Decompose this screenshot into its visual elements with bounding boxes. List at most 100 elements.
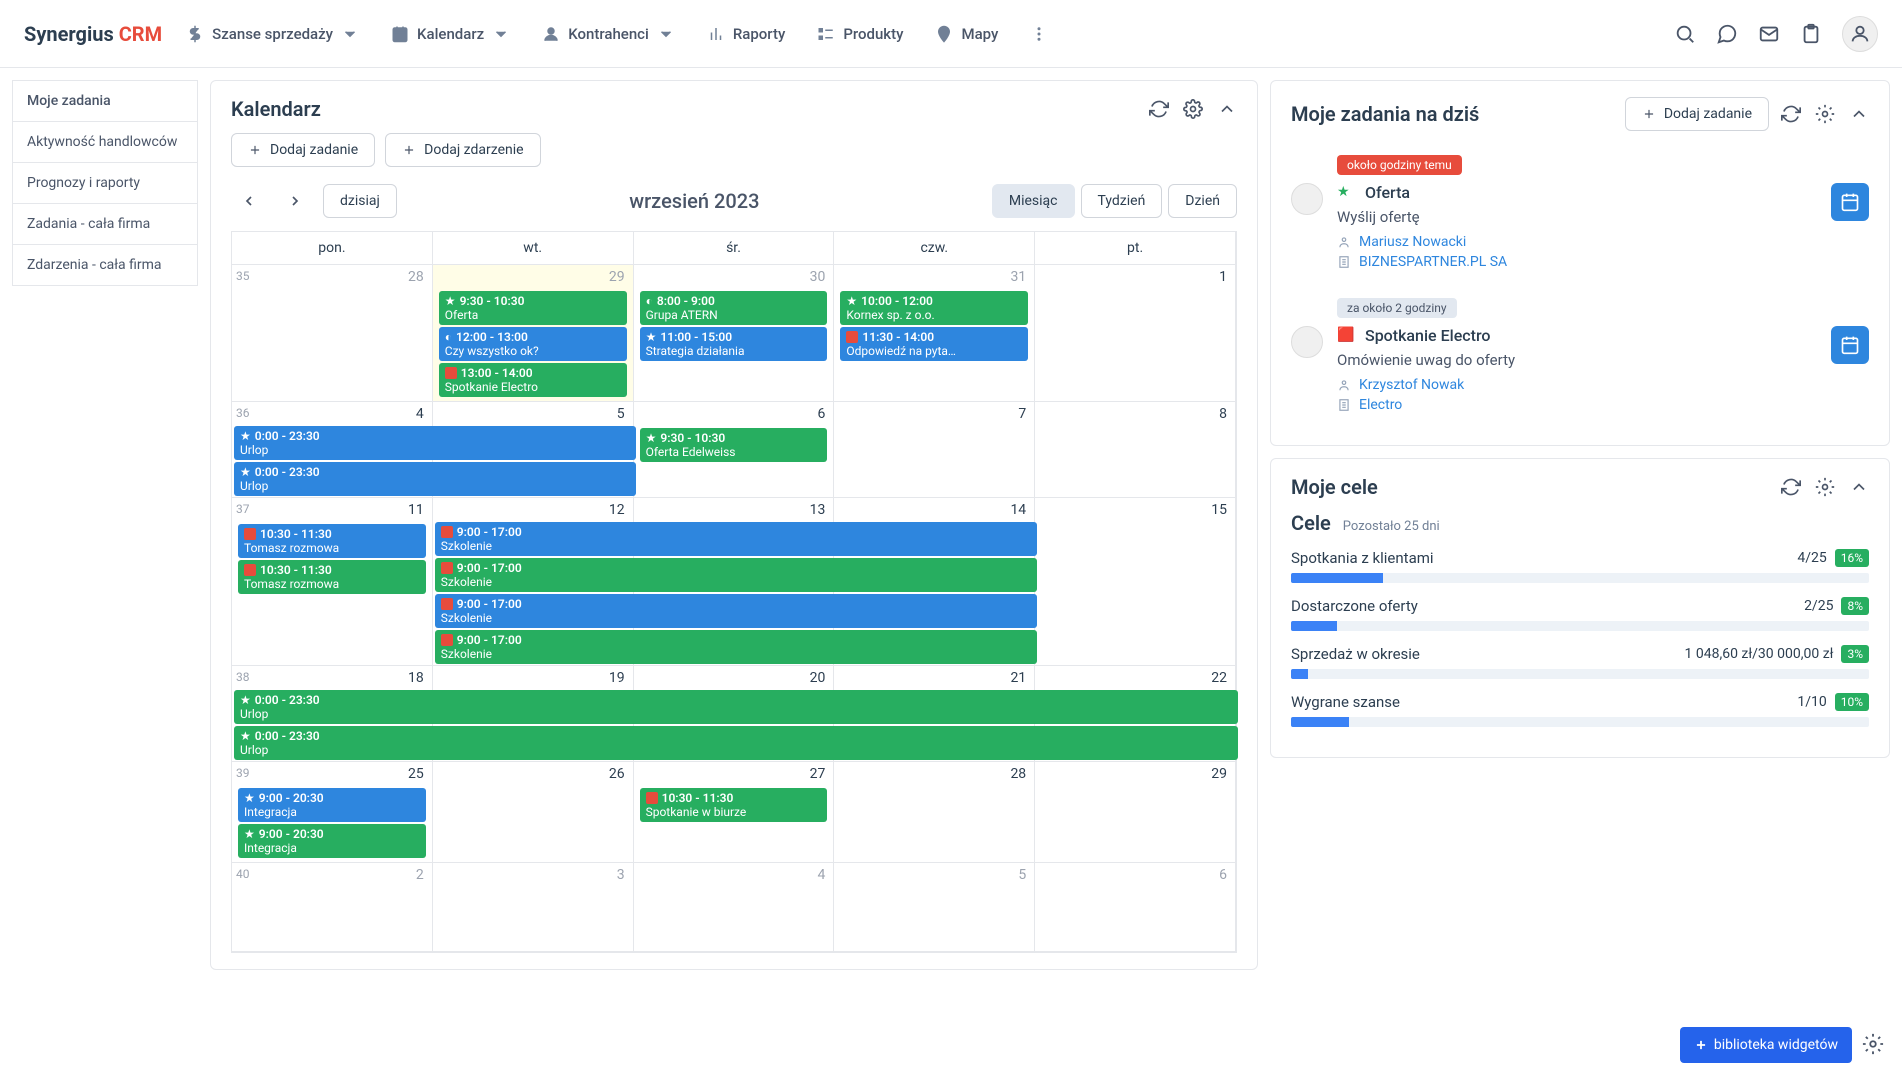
goals-panel: Moje cele Cele Pozostało 25 dni Spotkani… [1270,458,1890,758]
task-person[interactable]: Mariusz Nowacki [1337,234,1869,250]
calendar-event[interactable]: ★9:00 - 20:30Integracja [238,824,426,858]
add-event-button[interactable]: Dodaj zdarzenie [385,133,540,167]
calendar-cell[interactable]: 39 25 ★9:00 - 20:30Integracja★9:00 - 20:30… [232,762,433,862]
prev-month-button[interactable] [231,183,267,219]
widget-library-button[interactable]: biblioteka widgetów [1680,1027,1852,1063]
chat-icon[interactable] [1716,23,1738,45]
calendar-cell[interactable]: 8 [1035,402,1236,497]
task-calendar-button[interactable] [1831,183,1869,221]
user-avatar[interactable] [1842,16,1878,52]
view-day-button[interactable]: Dzień [1168,184,1237,218]
calendar-event[interactable]: 10:30 - 11:30Tomasz rozmowa [238,560,426,594]
day-number: 18 [408,670,424,686]
week-number: 35 [236,269,250,283]
sidebar-item-3[interactable]: Zadania - cała firma [12,203,198,245]
calendar-cell[interactable]: 30◐8:00 - 9:00Grupa ATERN★11:00 - 15:00S… [634,265,835,401]
settings-button[interactable] [1862,1033,1886,1057]
calendar-cell[interactable]: 7 [834,402,1035,497]
gear-icon[interactable] [1183,99,1203,119]
calendar-cell[interactable]: 26 [433,762,634,862]
mail-icon[interactable] [1758,23,1780,45]
calendar-cell[interactable]: 3 [433,863,634,951]
nav-produkty[interactable]: Produkty [817,25,903,43]
logo: Synergius CRM [24,22,162,46]
nav-kontrahenci[interactable]: Kontrahenci [542,25,675,43]
collapse-icon[interactable] [1217,99,1237,119]
calendar-cell[interactable]: 5 [834,863,1035,951]
calendar-event-span[interactable]: 9:00 - 17:00Szkolenie [435,558,1037,592]
calendar-event[interactable]: ★9:00 - 20:30Integracja [238,788,426,822]
clipboard-icon[interactable] [1800,23,1822,45]
search-icon[interactable] [1674,23,1696,45]
day-number: 7 [1018,406,1026,422]
calendar-event[interactable]: 13:00 - 14:00Spotkanie Electro [439,363,627,397]
calendar-event[interactable]: ★9:30 - 10:30Oferta Edelweiss [640,428,828,462]
calendar-event[interactable]: 10:30 - 11:30Spotkanie w biurze [640,788,828,822]
task-description: Omówienie uwag do oferty [1337,351,1869,369]
calendar-cell[interactable]: 28 [834,762,1035,862]
goal-value: 1 048,60 zł/30 000,00 zł 3% [1685,645,1869,663]
nav-more[interactable] [1030,25,1048,43]
calendar-event-span[interactable]: 9:00 - 17:00Szkolenie [435,594,1037,628]
nav-mapy[interactable]: Mapy [935,25,998,43]
collapse-icon[interactable] [1849,104,1869,124]
day-number: 25 [408,766,424,782]
calendar-week: 36456★9:30 - 10:30Oferta Edelweiss78★0:0… [232,402,1236,498]
calendar-event-span[interactable]: 9:00 - 17:00Szkolenie [435,630,1037,664]
calendar-cell[interactable]: 4 [634,863,835,951]
calendar-cell[interactable]: 2710:30 - 11:30Spotkanie w biurze [634,762,835,862]
task-calendar-button[interactable] [1831,326,1869,364]
add-task-button-2[interactable]: Dodaj zadanie [1625,97,1769,131]
week-number: 39 [236,766,250,780]
calendar-event[interactable]: 11:30 - 14:00Odpowiedź na pyta… [840,327,1028,361]
calendar-event-span[interactable]: ★0:00 - 23:30Urlop [234,690,1238,724]
today-button[interactable]: dzisiaj [323,184,397,218]
calendar-event-span[interactable]: 9:00 - 17:00Szkolenie [435,522,1037,556]
calendar-cell[interactable]: 6★9:30 - 10:30Oferta Edelweiss [634,402,835,497]
calendar-event[interactable]: ★11:00 - 15:00Strategia działania [640,327,828,361]
day-number: 4 [818,867,826,883]
calendar-cell[interactable]: 371110:30 - 11:30Tomasz rozmowa10:30 - 1… [232,498,433,665]
view-week-button[interactable]: Tydzień [1081,184,1163,218]
nav-raporty[interactable]: Raporty [707,25,785,43]
refresh-icon[interactable] [1781,477,1801,497]
nav-kalendarz[interactable]: Kalendarz [391,25,510,43]
calendar-event-span[interactable]: ★0:00 - 23:30Urlop [234,726,1238,760]
calendar-cell[interactable]: 402 [232,863,433,951]
calendar-event[interactable]: ★10:00 - 12:00Kornex sp. z o.o. [840,291,1028,325]
calendar-cell[interactable]: 3528 [232,265,433,401]
task-person[interactable]: Krzysztof Nowak [1337,377,1869,393]
nav-szanse-sprzedaży[interactable]: Szanse sprzedaży [186,25,359,43]
calendar-cell[interactable]: 31★10:00 - 12:00Kornex sp. z o.o.11:30 -… [834,265,1035,401]
sidebar-item-0[interactable]: Moje zadania [12,80,198,122]
gear-icon[interactable] [1815,104,1835,124]
calendar-cell[interactable]: 29 [1035,762,1236,862]
calendar-cell[interactable]: 1 [1035,265,1236,401]
day-number: 5 [1018,867,1026,883]
calendar-event[interactable]: ★9:30 - 10:30Oferta [439,291,627,325]
sidebar-item-1[interactable]: Aktywność handlowców [12,121,198,163]
sidebar-item-4[interactable]: Zdarzenia - cała firma [12,244,198,286]
calendar-cell[interactable]: 6 [1035,863,1236,951]
calendar-week: 352829★9:30 - 10:30Oferta◐12:00 - 13:00C… [232,265,1236,402]
sidebar-item-2[interactable]: Prognozy i raporty [12,162,198,204]
calendar-event-span[interactable]: ★0:00 - 23:30Urlop [234,462,636,496]
calendar-week: 4023 4 56 [232,863,1236,952]
goal-bar [1291,669,1869,679]
calendar-cell[interactable]: 15 [1035,498,1236,665]
add-task-button[interactable]: Dodaj zadanie [231,133,375,167]
gear-icon[interactable] [1815,477,1835,497]
task-company[interactable]: Electro [1337,397,1869,413]
task-company[interactable]: BIZNESPARTNER.PL SA [1337,254,1869,270]
refresh-icon[interactable] [1149,99,1169,119]
calendar-event[interactable]: ◐8:00 - 9:00Grupa ATERN [640,291,828,325]
calendar-event[interactable]: ◐12:00 - 13:00Czy wszystko ok? [439,327,627,361]
calendar-event-span[interactable]: ★0:00 - 23:30Urlop [234,426,636,460]
calendar-event[interactable]: 10:30 - 11:30Tomasz rozmowa [238,524,426,558]
calendar-cell[interactable]: 29★9:30 - 10:30Oferta◐12:00 - 13:00Czy w… [433,265,634,401]
task-avatar [1291,183,1323,215]
next-month-button[interactable] [277,183,313,219]
refresh-icon[interactable] [1781,104,1801,124]
view-month-button[interactable]: Miesiąc [992,184,1075,218]
collapse-icon[interactable] [1849,477,1869,497]
